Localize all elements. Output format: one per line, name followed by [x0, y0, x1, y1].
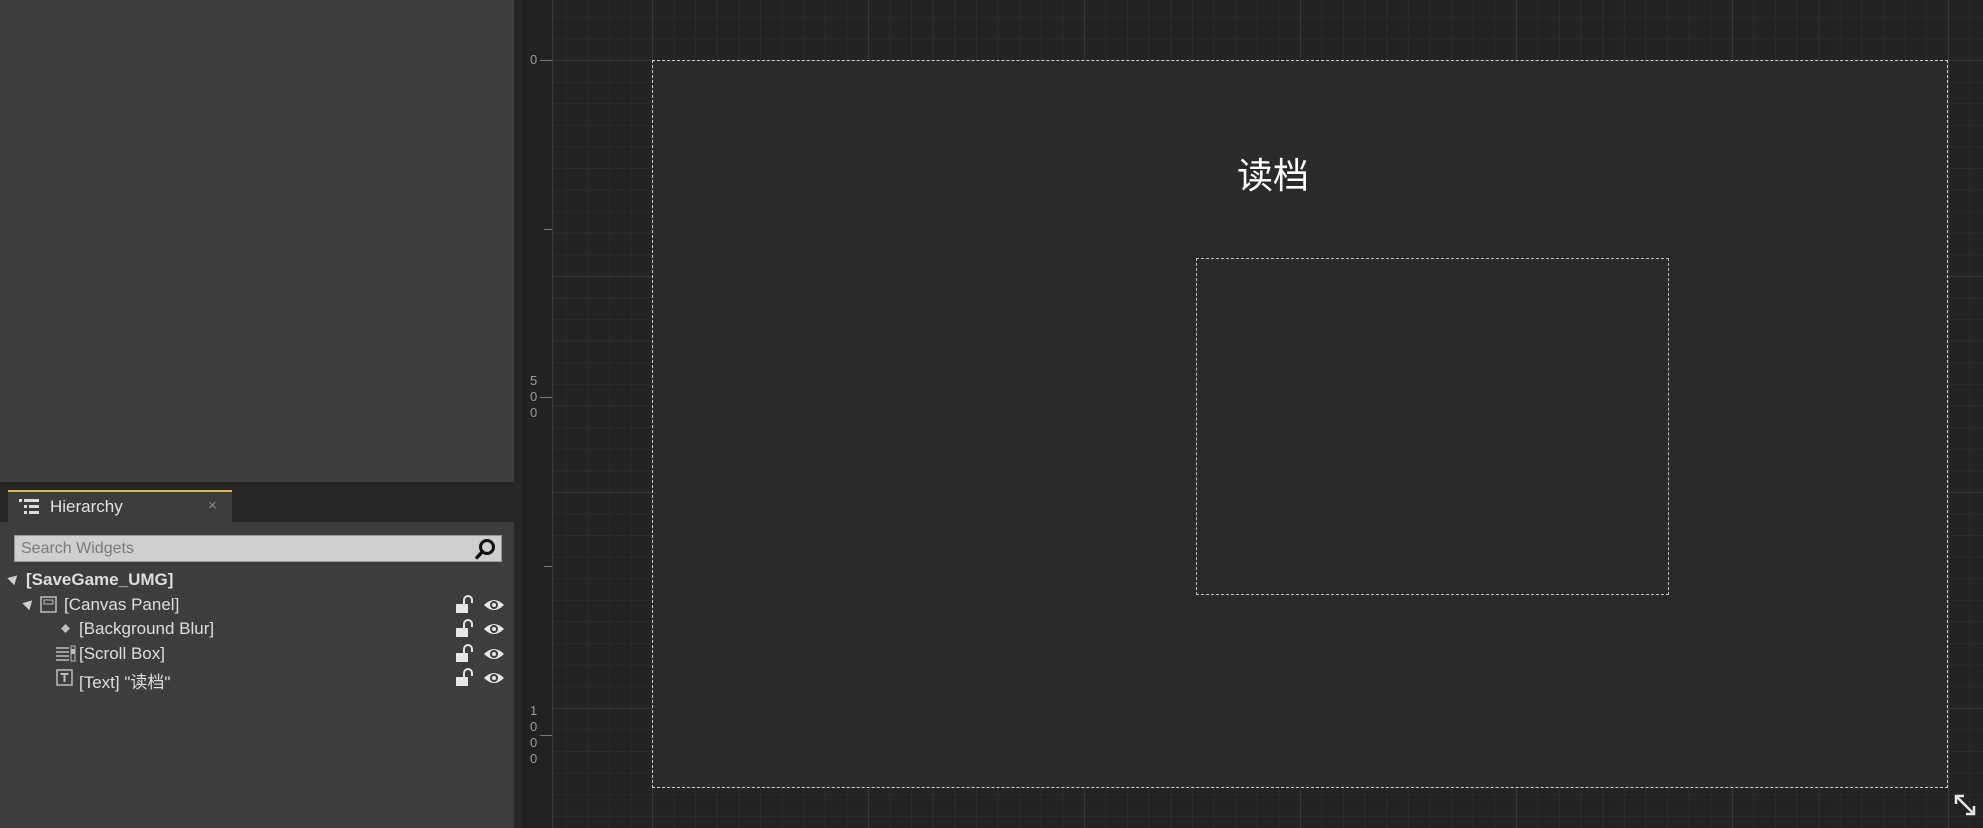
- tab-close-button[interactable]: ×: [208, 497, 217, 514]
- ruler-tick: [544, 566, 552, 567]
- expand-arrow-icon[interactable]: [22, 596, 36, 611]
- ruler-tick: [540, 60, 552, 61]
- tab-label: Hierarchy: [50, 497, 123, 516]
- ruler-label-1000-digit: 0: [530, 719, 538, 734]
- tree-item-text[interactable]: [Text] "读档": [0, 666, 514, 692]
- ruler-label-1000-digit: 0: [530, 751, 538, 766]
- background-blur-icon: [61, 624, 70, 633]
- tree-item-background-blur[interactable]: [Background Blur]: [0, 617, 514, 641]
- eye-icon[interactable]: [483, 620, 505, 638]
- ruler-tick: [544, 229, 552, 230]
- unlocked-padlock-icon[interactable]: [455, 595, 475, 615]
- title-text-widget[interactable]: 读档: [1237, 147, 1309, 199]
- ruler-label-500-digit: 5: [530, 373, 538, 388]
- details-panel-area: [0, 0, 515, 482]
- ruler-tick: [540, 397, 552, 398]
- ruler-label-500-digit: 0: [530, 389, 538, 404]
- tree-item-label: [Text] "读档": [79, 673, 171, 692]
- ruler-label-0: 0: [530, 52, 538, 67]
- eye-icon[interactable]: [483, 669, 505, 687]
- tab-hierarchy[interactable]: Hierarchy ×: [8, 490, 232, 522]
- search-icon[interactable]: [475, 538, 497, 560]
- scroll-box-icon: [56, 645, 76, 662]
- expand-arrow-icon[interactable]: [7, 571, 21, 586]
- unlocked-padlock-icon[interactable]: [455, 644, 475, 664]
- ruler-label-500-digit: 0: [530, 405, 538, 420]
- canvas-panel-bounds[interactable]: 读档: [652, 60, 1948, 788]
- text-widget-icon: [56, 669, 73, 686]
- tree-item-scroll-box[interactable]: [Scroll Box]: [0, 642, 514, 666]
- unlocked-padlock-icon[interactable]: [455, 668, 475, 688]
- search-widgets-box: [14, 535, 502, 562]
- vertical-ruler: 0 5 0 0 1 0 0 0: [522, 0, 553, 828]
- search-input[interactable]: [15, 536, 477, 561]
- panel-splitter[interactable]: [514, 0, 522, 828]
- ruler-label-1000-digit: 0: [530, 735, 538, 750]
- diagonal-resize-icon[interactable]: [1952, 792, 1978, 818]
- ruler-label-1000-digit: 1: [530, 703, 538, 718]
- unlocked-padlock-icon[interactable]: [455, 619, 475, 639]
- tree-item-label: [Background Blur]: [79, 619, 215, 638]
- left-panel: Hierarchy × [SaveGame_UMG] [Canvas Panel…: [0, 0, 515, 828]
- designer-viewport[interactable]: 0 5 0 0 1 0 0 0 读档: [522, 0, 1983, 828]
- tree-item-label: [SaveGame_UMG]: [26, 570, 174, 589]
- list-tree-icon: [19, 499, 39, 514]
- tree-item-label: [Scroll Box]: [79, 644, 165, 663]
- tree-item-canvas-panel[interactable]: [Canvas Panel]: [0, 593, 514, 617]
- scroll-box-widget[interactable]: [1196, 258, 1669, 595]
- tree-item-label: [Canvas Panel]: [64, 595, 180, 614]
- tree-item-root[interactable]: [SaveGame_UMG]: [0, 568, 514, 592]
- ruler-tick: [540, 735, 552, 736]
- eye-icon[interactable]: [483, 596, 505, 614]
- eye-icon[interactable]: [483, 645, 505, 663]
- canvas-panel-icon: [40, 596, 57, 613]
